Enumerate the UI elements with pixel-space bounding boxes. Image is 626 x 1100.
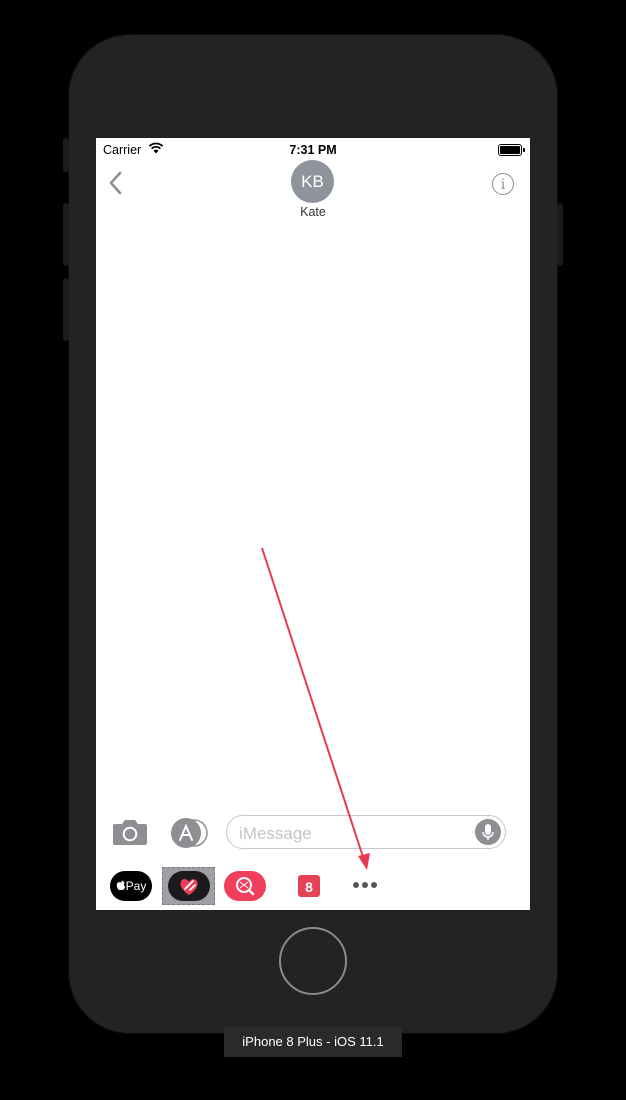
device-label: iPhone 8 Plus - iOS 11.1 (224, 1027, 402, 1057)
home-button[interactable] (279, 927, 347, 995)
